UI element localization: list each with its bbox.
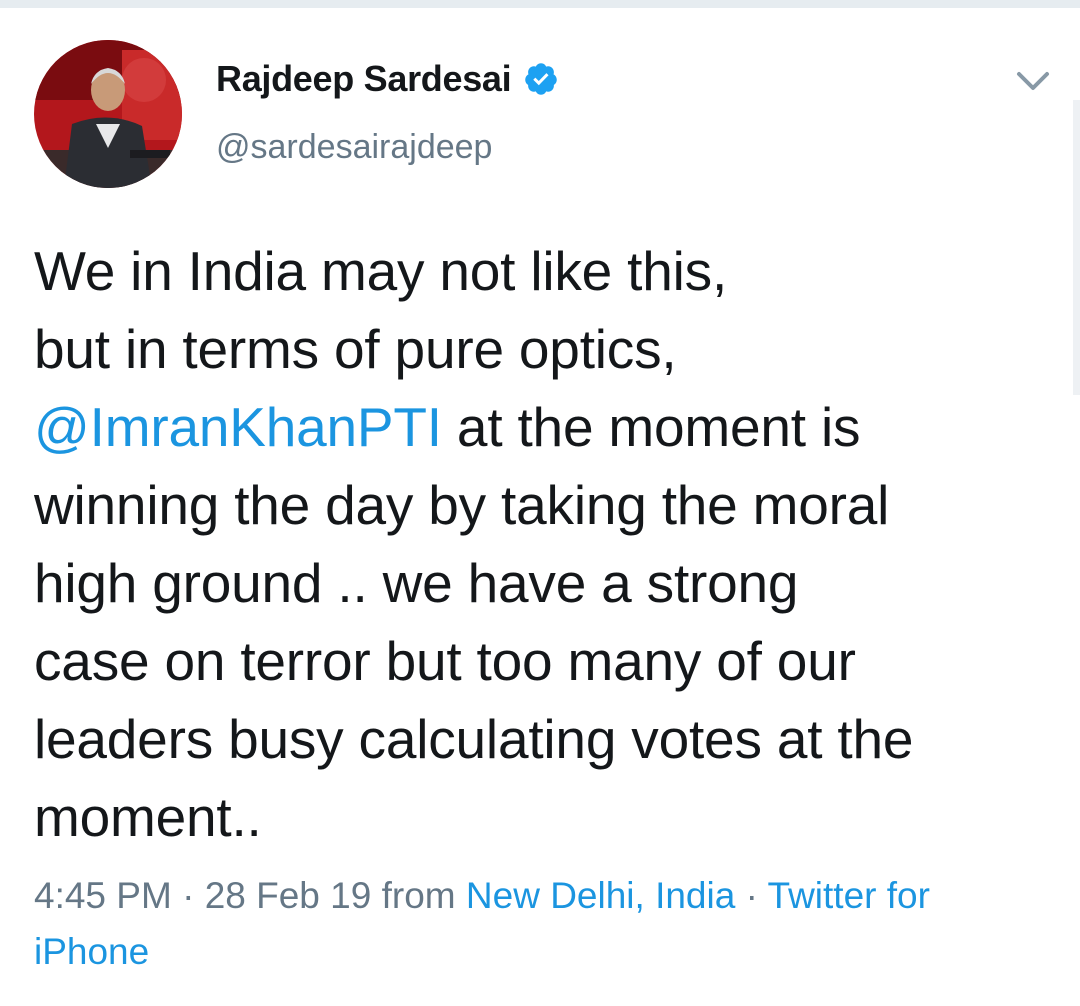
location-link[interactable]: New Delhi, India: [466, 875, 735, 916]
tweet-line: high ground .. we have a strong: [34, 552, 799, 614]
tweet-line: @ImranKhanPTI at the moment is: [34, 388, 1044, 466]
tweet-text: We in India may not like this, but in te…: [34, 232, 1044, 856]
display-name[interactable]: Rajdeep Sardesai: [216, 58, 512, 100]
top-divider: [0, 0, 1080, 8]
avatar[interactable]: [34, 40, 182, 188]
meta-from: from: [371, 875, 466, 916]
meta-separator: ·: [735, 875, 768, 916]
author-handle[interactable]: @sardesairajdeep: [216, 128, 492, 167]
tweet-line: winning the day by taking the moral: [34, 474, 890, 536]
tweet-line: moment..: [34, 786, 262, 848]
scrollbar[interactable]: [1073, 100, 1080, 395]
chevron-down-icon[interactable]: [1012, 64, 1054, 100]
tweet-line: leaders busy calculating votes at the: [34, 708, 914, 770]
meta-separator: ·: [171, 875, 205, 916]
tweet-line-rest: at the moment is: [441, 396, 861, 458]
tweet-meta: 4:45 PM · 28 Feb 19 from New Delhi, Indi…: [34, 868, 1044, 980]
mention-link[interactable]: @ImranKhanPTI: [34, 396, 442, 458]
tweet-date[interactable]: 28 Feb 19: [205, 875, 372, 916]
tweet-line: case on terror but too many of our: [34, 630, 856, 692]
author-name-row[interactable]: Rajdeep Sardesai: [216, 58, 559, 100]
verified-badge-icon: [523, 61, 559, 97]
tweet-time[interactable]: 4:45 PM: [34, 875, 172, 916]
tweet-line: We in India may not like this,: [34, 240, 728, 302]
tweet-line: but in terms of pure optics,: [34, 318, 677, 380]
